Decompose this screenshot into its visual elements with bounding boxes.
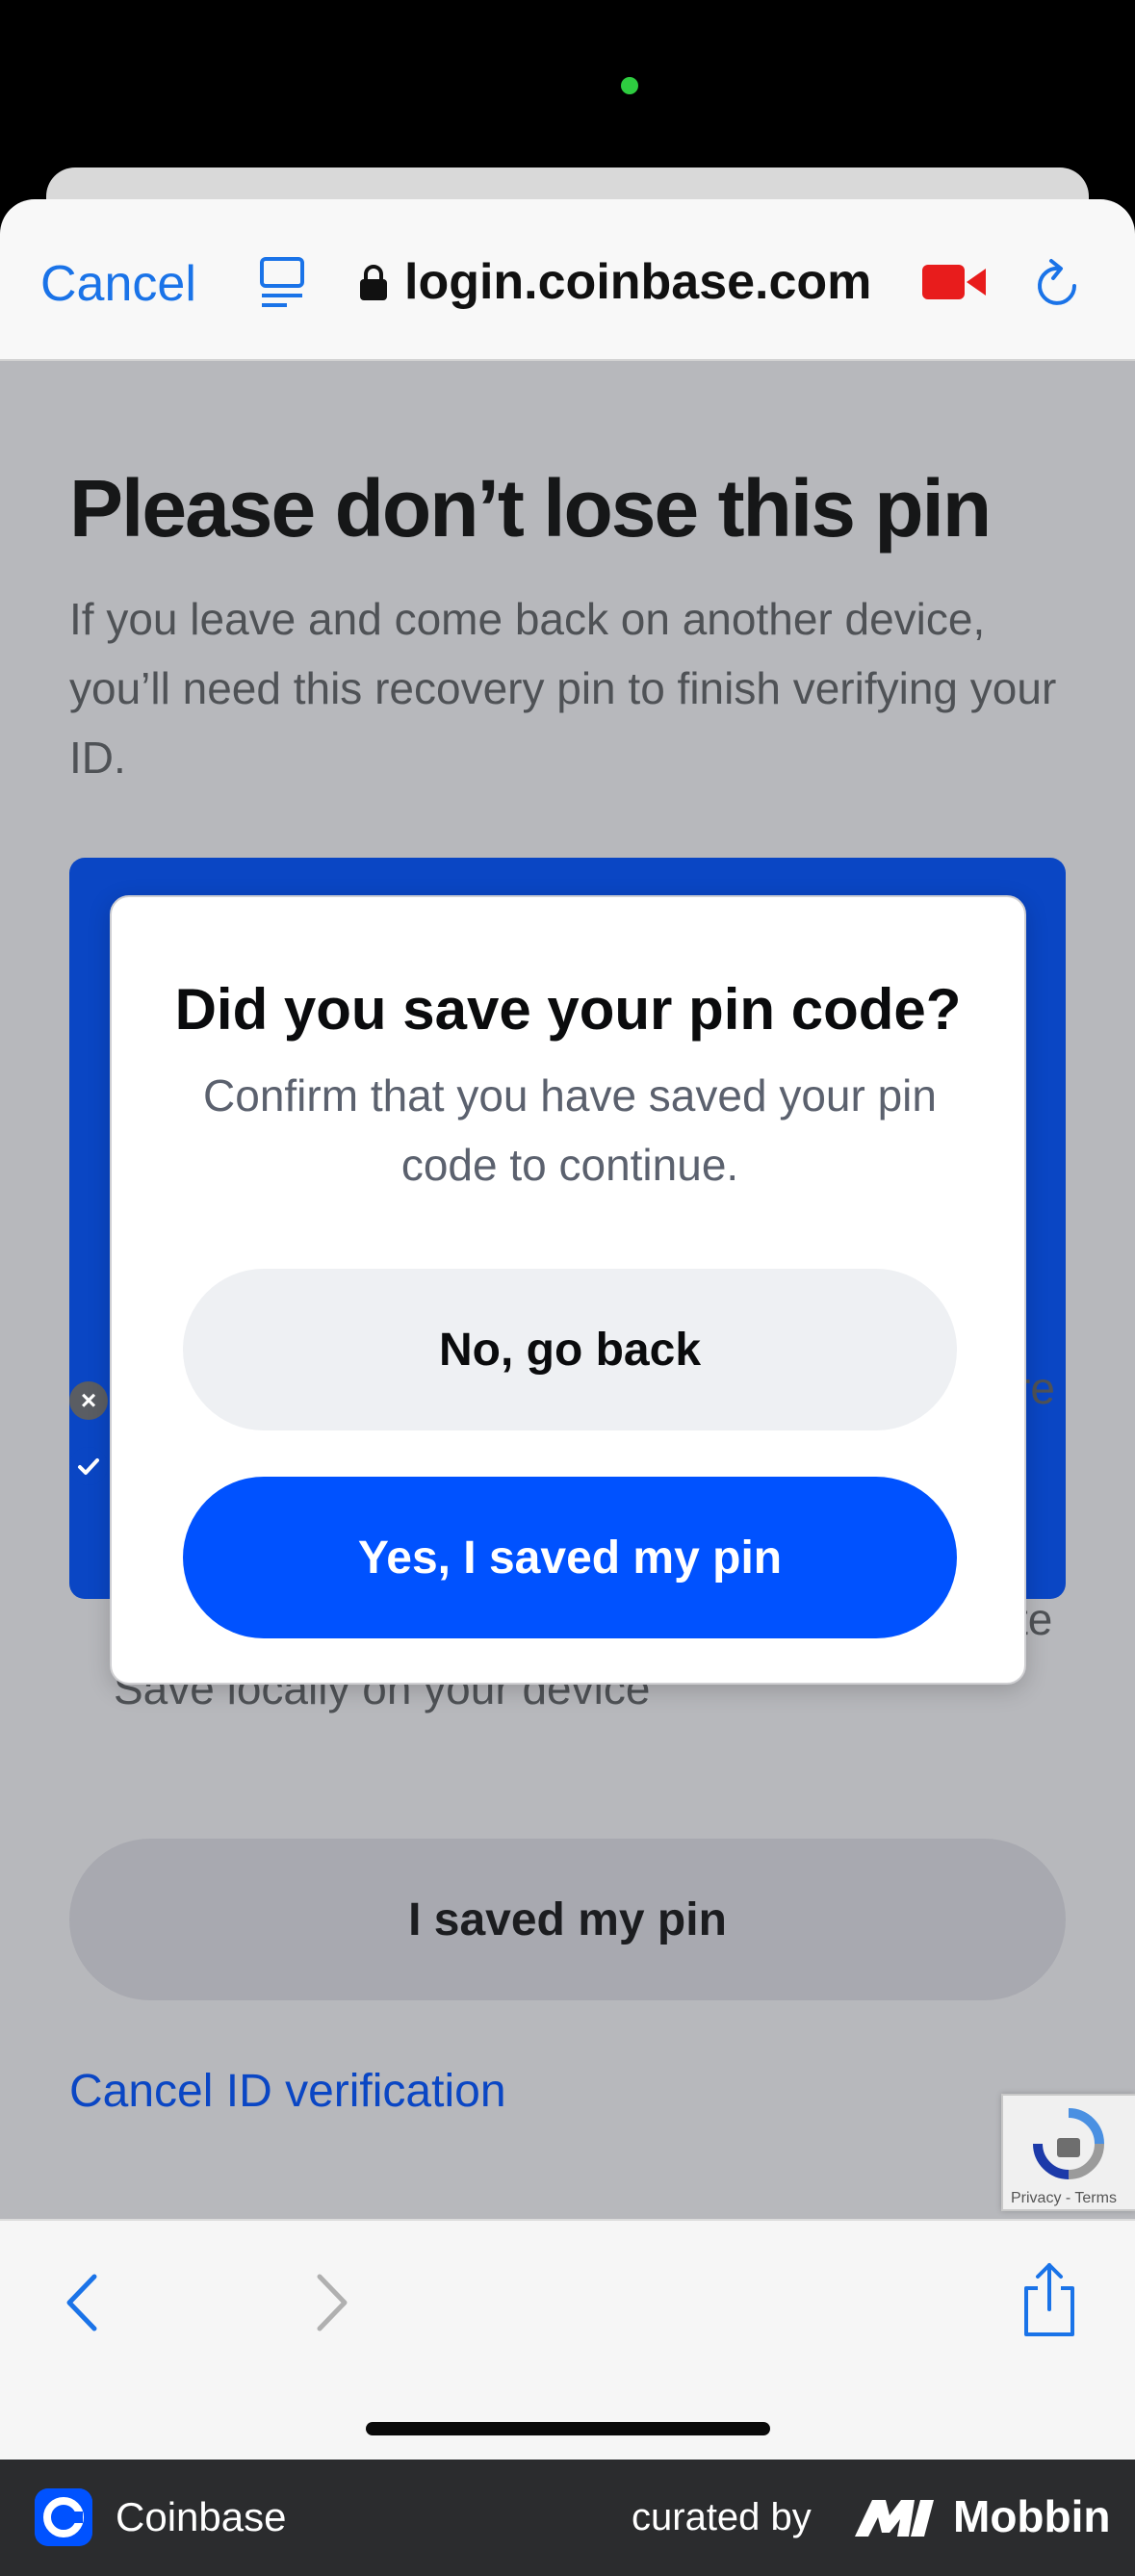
back-icon[interactable] [60, 2269, 108, 2336]
footer-app-name: Coinbase [116, 2494, 287, 2539]
mobbin-logo-icon [855, 2500, 934, 2537]
footer-curated-by: curated by [632, 2496, 812, 2538]
camera-indicator-icon [621, 77, 638, 94]
forward-icon[interactable] [306, 2269, 354, 2336]
dialog-title: Did you save your pin code? [174, 977, 962, 1042]
footer-brand: Mobbin [953, 2491, 1111, 2541]
mobbin-footer: Coinbase curated by Mobbin [0, 2460, 1135, 2576]
page-title: Please don’t lose this pin [69, 463, 992, 554]
i-saved-my-pin-button[interactable]: I saved my pin [69, 1839, 1066, 2000]
recaptcha-badge[interactable]: Privacy - Terms [1001, 2094, 1135, 2211]
url-display[interactable]: login.coinbase.com [404, 253, 871, 311]
page-description: If you leave and come back on another de… [69, 594, 1057, 783]
dialog-description: Confirm that you have saved your pin cod… [203, 1070, 937, 1190]
no-go-back-button[interactable]: No, go back [183, 1269, 957, 1430]
cancel-id-verification-link[interactable]: Cancel ID verification [69, 2065, 506, 2118]
browser-toolbar [0, 2219, 1135, 2460]
status-bar [0, 0, 1135, 225]
recaptcha-links[interactable]: Privacy - Terms [1011, 2190, 1117, 2207]
home-indicator [366, 2422, 770, 2435]
confirm-pin-dialog: Did you save your pin code? Confirm that… [110, 895, 1026, 1685]
reader-mode-icon[interactable] [258, 255, 306, 309]
reload-icon[interactable] [1032, 253, 1086, 311]
browser-cancel-button[interactable]: Cancel [40, 255, 196, 313]
lock-icon [360, 265, 387, 300]
close-status-icon: × [69, 1381, 108, 1420]
share-icon[interactable] [1020, 2261, 1078, 2338]
yes-saved-pin-button[interactable]: Yes, I saved my pin [183, 1477, 957, 1638]
recaptcha-icon [1033, 2108, 1104, 2179]
browser-header: Cancel login.coinbase.com [0, 199, 1135, 361]
camera-in-use-icon[interactable] [922, 263, 986, 301]
checkmark-icon [69, 1447, 108, 1485]
coinbase-logo-icon [35, 2488, 92, 2546]
